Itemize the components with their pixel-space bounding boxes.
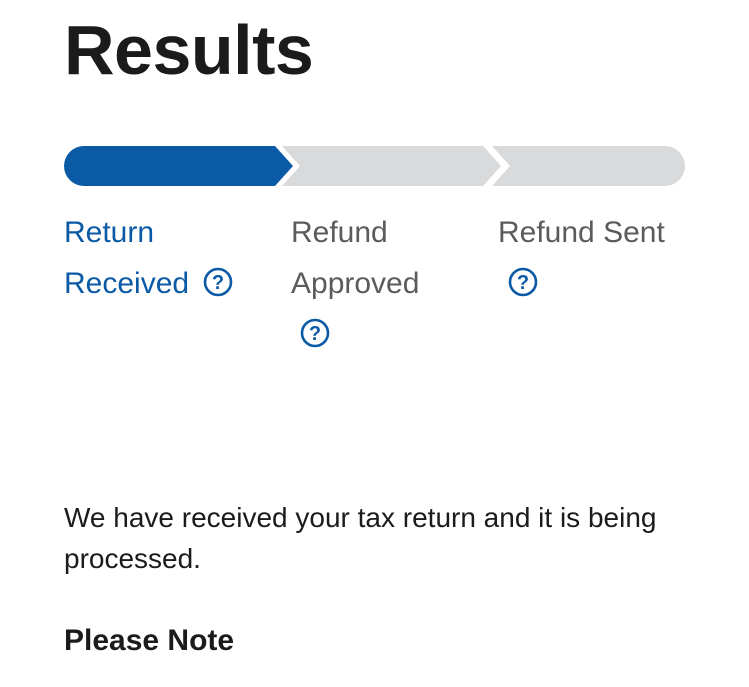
page-title: Results (64, 11, 314, 89)
step-label-line2: Received (64, 267, 190, 300)
please-note-heading: Please Note (64, 624, 235, 657)
svg-text:?: ? (309, 323, 321, 345)
step-refund-approved: Refund Approved ? (291, 207, 471, 360)
step-label-line1: Return (64, 216, 155, 249)
svg-text:?: ? (517, 272, 529, 294)
step-label-line2: Approved (291, 267, 420, 300)
status-message: We have received your tax return and it … (64, 502, 657, 574)
progress-segment-refund-sent (492, 146, 685, 186)
progress-segment-refund-approved (282, 146, 501, 186)
question-circle-icon[interactable]: ? (300, 318, 330, 348)
question-circle-icon[interactable]: ? (203, 267, 233, 297)
step-return-received: Return Received ? (64, 207, 274, 309)
progress-tracker-graphic (64, 146, 685, 186)
question-circle-icon[interactable]: ? (508, 267, 538, 297)
step-refund-sent: Refund Sent ? (498, 207, 728, 309)
progress-tracker (64, 145, 686, 187)
progress-segment-return-received (64, 146, 293, 186)
step-label-line1: Refund Sent (498, 216, 665, 249)
step-label-line1: Refund (291, 216, 388, 249)
svg-text:?: ? (212, 272, 224, 294)
